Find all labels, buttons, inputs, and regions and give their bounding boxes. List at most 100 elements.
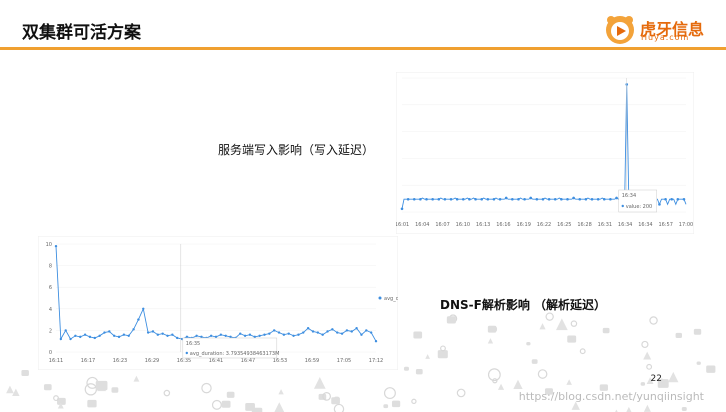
chart1-point [474,197,477,201]
doodle-shape [566,379,572,385]
doodle-shape [111,387,119,393]
chart1-point [419,197,422,201]
doodle-shape [640,382,646,386]
chart1-x-tick: 16:10 [456,222,470,228]
chart1-point [517,197,520,201]
doodle-shape [411,398,417,405]
doodle-shape [602,327,610,334]
chart1-x-tick: 17:00 [679,222,693,228]
chart1-x-tick: 16:57 [659,222,673,228]
chart1-x-tick: 16:34 [618,222,632,228]
chart2-y-tick: 10 [46,242,52,248]
chart1-x-tick: 16:04 [415,222,429,228]
chart1-point [431,197,434,201]
chart1-point [658,203,661,206]
doodle-shape [646,363,653,370]
chart2-point [54,244,58,248]
slide-title: 双集群可活方案 [22,23,141,43]
doodle-shape [531,359,538,364]
chart1-point [682,197,686,201]
doodle-shape [53,395,59,402]
chart1-point [615,196,618,200]
doodle-shape [415,369,423,375]
doodle-shape [251,407,263,412]
chart1-point [461,197,465,201]
chart2-y-tick: 8 [49,264,52,270]
doodle-shape [555,318,568,331]
doodle-shape [211,399,222,410]
watermark-url: https://blog.csdn.net/yunqiinsight [518,390,704,403]
doodle-shape [334,396,340,401]
doodle-shape [278,389,284,395]
doodle-shape [163,389,171,397]
huya-logo: 虎牙信息 Huya.com [604,14,704,46]
chart1-x-tick: 16:28 [577,222,591,228]
doodle-shape [643,404,651,412]
chart1-point [609,197,612,201]
doodle-shape [133,375,140,382]
doodle-shape [391,400,401,408]
chart1-point [676,197,680,201]
doodle-shape [537,369,548,379]
chart1-point [480,197,483,201]
chart1-point [468,197,471,201]
doodle-shape [649,316,658,325]
doodle-shape [383,387,396,400]
chart1-x-tick: 16:16 [496,222,510,228]
chart1-x-tick: 16:31 [598,222,612,228]
chart2-y-tick: 6 [49,285,52,291]
doodle-shape [626,406,632,412]
chart1-point [602,197,606,201]
doodle-shape [487,338,494,344]
doodle-shape [579,348,586,355]
chart1-point [523,197,526,201]
chart1-point [437,197,441,201]
logo-subtext: Huya.com [641,33,690,42]
doodle-shape [526,341,531,346]
chart1-tooltip-dot [621,204,624,208]
chart1-tooltip-time: 16:34 [622,193,636,199]
doodle-shape [403,366,409,371]
chart1-point [541,197,545,201]
caption-server-write: 服务端写入影响（写入延迟） [218,143,375,157]
doodle-shape [383,404,389,409]
chart1-point [670,197,673,201]
chart1-x-tick: 16:22 [537,222,551,228]
header-underline [0,47,726,50]
doodle-shape [437,350,448,359]
doodle-shape [84,383,98,396]
chart1-point [504,196,508,200]
page-number: 22 [650,374,662,384]
chart1-point [535,197,539,201]
chart1-point [560,197,563,201]
doodle-shape [313,377,326,389]
doodle-shape [570,320,578,327]
doodle-shape [446,316,456,324]
doodle-shape [333,403,345,412]
chart1-point [511,197,514,201]
chart1-point [596,197,600,201]
slide-header: 双集群可活方案 虎牙信息 Huya.com [0,8,726,50]
chart1-x-tick: 16:13 [476,222,490,228]
doodle-shape [456,388,466,398]
chart1-point [492,197,496,201]
doodle-shape [693,328,702,335]
chart1-x-tick: 16:07 [435,222,449,228]
chart1-point [547,197,551,201]
chart1-x-tick: 16:19 [517,222,531,228]
chart1-x-tick: 16:34 [638,222,652,228]
chart1-point [498,197,502,201]
slide: 双集群可活方案 虎牙信息 Huya.com 服务端写入影响（写入延迟） 16:0… [0,0,726,412]
doodle-shape [221,400,231,408]
chart1-x-tick: 16:01 [396,222,409,228]
chart1-point [486,197,490,201]
chart1-point [425,197,428,201]
doodle-shape [201,382,212,394]
chart1-x-tick: 16:25 [557,222,571,228]
doodle-shape [440,345,446,352]
chart1-tooltip-label: value: 200 [626,204,652,210]
chart1-svg: 16:01 16:04 16:07 16:10 16:13 16:16 16:19 16:22… [395,71,695,235]
chart1-point [412,197,416,201]
doodle-shape [491,326,498,332]
doodle-shape [21,370,29,377]
